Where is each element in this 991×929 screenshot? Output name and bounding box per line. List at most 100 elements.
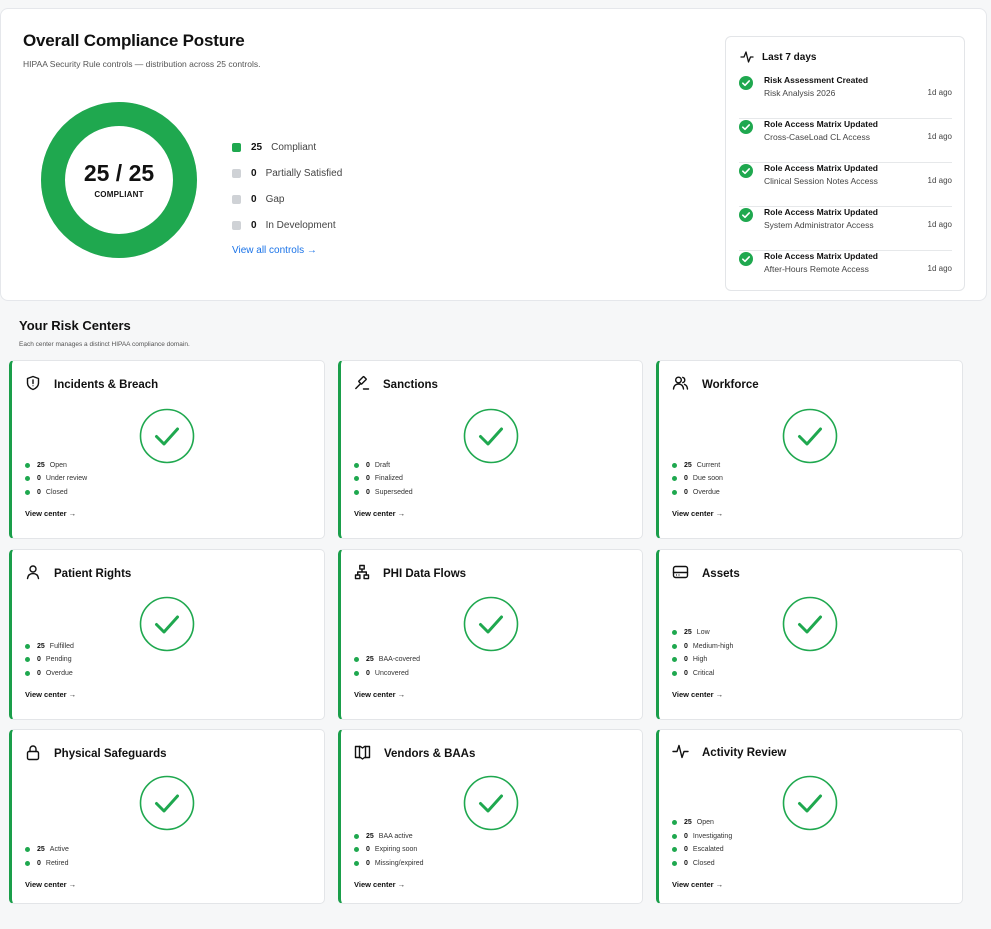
card-stats: 25 Open 0 Under review 0 Closed	[25, 459, 87, 500]
status-dot	[354, 847, 359, 853]
stat-row: 25 Active	[25, 843, 69, 857]
check-circle-icon	[739, 76, 753, 95]
activity-item[interactable]: Risk Assessment Created Risk Analysis 202…	[739, 75, 952, 119]
risk-center-card[interactable]: Workforce 25 Current 0 Due soon 0 Overdue View …	[656, 360, 963, 539]
stat-count: 0	[366, 859, 370, 867]
view-all-controls-link[interactable]: View all controls →	[232, 245, 317, 256]
risk-center-card[interactable]: Activity Review 25 Open 0 Investigating 0 Esca…	[656, 729, 963, 904]
check-circle-icon	[463, 596, 519, 652]
check-circle-icon	[782, 596, 838, 652]
stat-label: Due soon	[692, 475, 723, 483]
risk-center-card[interactable]: Patient Rights 25 Fulfilled 0 Pending 0 Overdu…	[9, 549, 325, 720]
risk-center-card[interactable]: PHI Data Flows 25 BAA-covered 0 Uncovered Vie…	[338, 549, 643, 720]
activity-item-time: 1d ago	[927, 88, 952, 97]
risk-center-card[interactable]: Sanctions 0 Draft 0 Finalized 0 Superseded View…	[338, 360, 643, 539]
status-dot	[672, 670, 677, 676]
stat-row: 0 Under review	[25, 472, 87, 486]
card-title: Workforce	[702, 378, 759, 391]
view-center-link[interactable]: View center →	[672, 690, 723, 699]
status-dot	[25, 489, 30, 495]
view-center-link[interactable]: View center →	[354, 509, 405, 518]
status-dot	[672, 489, 677, 495]
check-circle-icon	[139, 775, 195, 831]
status-dot	[354, 476, 359, 482]
stat-row: 0 Closed	[672, 857, 732, 871]
card-title: Incidents & Breach	[54, 378, 159, 391]
view-center-link[interactable]: View center →	[354, 690, 405, 699]
stat-count: 0	[37, 859, 41, 867]
stat-label: Pending	[45, 656, 72, 664]
status-dot	[25, 476, 30, 482]
view-center-link[interactable]: View center →	[354, 880, 405, 889]
status-dot	[672, 860, 677, 866]
donut-count: 25 / 25	[83, 160, 155, 186]
stat-count: 0	[684, 475, 688, 483]
view-center-link[interactable]: View center →	[25, 690, 76, 699]
gavel-icon	[354, 375, 383, 394]
stat-row: 0 Escalated	[672, 843, 732, 857]
status-dot	[25, 657, 30, 663]
donut-label: COMPLIANT	[94, 190, 144, 199]
activity-item-subtitle: System Administrator Access	[764, 220, 874, 230]
stat-label: Medium-high	[692, 642, 734, 650]
stat-row: 0 Due soon	[672, 472, 723, 486]
activity-item[interactable]: Role Access Matrix Updated System Adminis…	[739, 207, 952, 251]
activity-item-subtitle: After-Hours Remote Access	[764, 264, 869, 274]
status-dot	[672, 847, 677, 853]
stat-label: Uncovered	[374, 669, 409, 677]
risk-center-card[interactable]: Physical Safeguards 25 Active 0 Retired View …	[9, 729, 325, 904]
stat-row: 0 Pending	[25, 653, 74, 667]
stat-row: 0 Finalized	[354, 472, 413, 486]
card-title: PHI Data Flows	[383, 567, 467, 580]
stat-count: 0	[684, 669, 688, 677]
view-center-link[interactable]: View center →	[672, 880, 723, 889]
status-dot	[672, 643, 677, 649]
status-dot	[354, 860, 359, 866]
stat-count: 25	[684, 819, 692, 827]
risk-center-card[interactable]: Vendors & BAAs 25 BAA active 0 Expiring soon…	[338, 729, 643, 904]
status-dot	[354, 833, 359, 839]
view-center-link[interactable]: View center →	[25, 509, 76, 518]
view-center-link[interactable]: View center →	[25, 880, 76, 889]
risk-center-card[interactable]: Incidents & Breach 25 Open 0 Under review 0 Cl…	[9, 360, 325, 539]
activity-item[interactable]: Role Access Matrix Updated Cross-CaseLoad…	[739, 119, 952, 163]
activity-item-time: 1d ago	[927, 176, 952, 185]
status-dot	[672, 657, 677, 663]
card-stats: 25 Fulfilled 0 Pending 0 Overdue	[25, 640, 74, 681]
legend-swatch	[232, 194, 241, 204]
card-stats: 25 Low 0 Medium-high 0 High 0 Critical	[672, 626, 733, 680]
legend-label: Partially Satisfied	[265, 167, 343, 179]
activity-item-title: Role Access Matrix Updated	[764, 163, 878, 173]
network-icon	[354, 564, 383, 583]
stat-label: Finalized	[374, 475, 403, 483]
stat-row: 0 Medium-high	[672, 640, 733, 654]
stat-label: BAA-covered	[378, 656, 421, 664]
legend-item: 0 Partially Satisfied	[232, 160, 342, 186]
activity-pulse-icon	[740, 51, 754, 63]
legend-item: 25 Compliant	[232, 134, 342, 160]
stat-label: Closed	[45, 488, 68, 496]
stat-count: 25	[37, 461, 45, 469]
compliance-posture-panel: Overall Compliance Posture HIPAA Securit…	[0, 8, 987, 301]
activity-item[interactable]: Role Access Matrix Updated Clinical Sessi…	[739, 163, 952, 207]
card-stats: 25 Active 0 Retired	[25, 843, 69, 870]
activity-pulse-icon	[672, 744, 702, 762]
legend-count: 0	[251, 193, 257, 205]
stat-count: 25	[37, 846, 45, 854]
stat-count: 0	[366, 669, 370, 677]
card-stats: 25 Open 0 Investigating 0 Escalated 0 Closed	[672, 816, 732, 870]
risk-center-card[interactable]: Assets 25 Low 0 Medium-high 0 High 0 Critical Vie…	[656, 549, 963, 720]
activity-item-subtitle: Clinical Session Notes Access	[764, 176, 878, 186]
card-header: Patient Rights	[25, 564, 131, 583]
posture-subtitle: HIPAA Security Rule controls — distribut…	[23, 59, 261, 69]
status-dot	[25, 847, 30, 853]
activity-item-time: 1d ago	[927, 264, 952, 273]
view-center-link[interactable]: View center →	[672, 509, 723, 518]
card-title: Physical Safeguards	[54, 748, 167, 760]
stat-label: Overdue	[692, 488, 720, 496]
stat-label: Fulfilled	[49, 642, 74, 650]
user-icon	[25, 564, 54, 583]
stat-label: Expiring soon	[374, 846, 418, 854]
activity-item[interactable]: Role Access Matrix Updated After-Hours Re…	[739, 251, 952, 295]
check-circle-icon	[739, 252, 753, 271]
